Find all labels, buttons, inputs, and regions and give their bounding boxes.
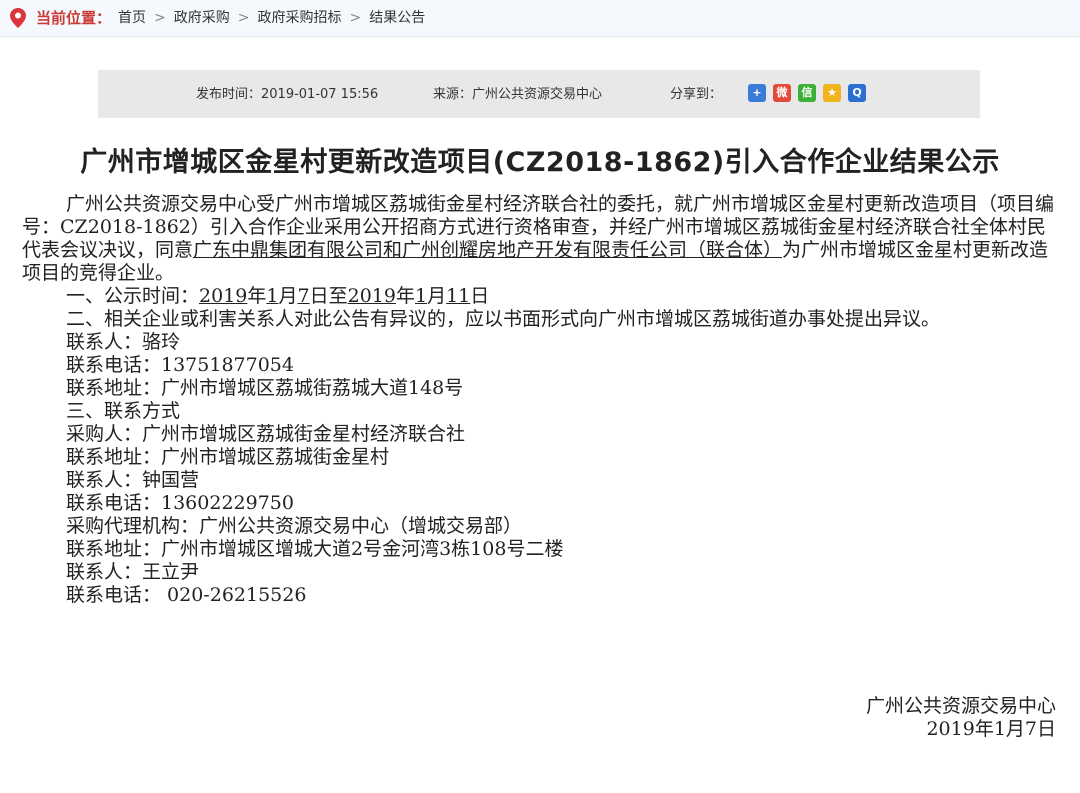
page-title: 广州市增城区金星村更新改造项目(CZ2018-1862)引入合作企业结果公示 bbox=[80, 147, 1000, 178]
chevron-right-icon: > bbox=[154, 10, 166, 26]
contact-line: 联系人：骆玲 bbox=[66, 331, 181, 353]
qq-icon[interactable]: Q bbox=[848, 84, 866, 102]
article-body: 广州公共资源交易中心受广州市增城区荔城街金星村经济联合社的委托，就广州市增城区金… bbox=[22, 193, 1058, 607]
breadcrumb-result-notice[interactable]: 结果公告 bbox=[369, 10, 425, 26]
start-year: 2019 bbox=[199, 285, 248, 307]
contact-line: 联系人：王立尹 bbox=[66, 561, 200, 583]
contact-line: 联系地址：广州市增城区荔城街金星村 bbox=[66, 446, 390, 468]
share-label: 分享到： bbox=[670, 87, 723, 102]
signature-date: 2019年1月7日 bbox=[926, 718, 1056, 740]
notice-period-label: 一、公示时间： bbox=[66, 285, 200, 307]
weibo-icon[interactable]: 微 bbox=[773, 84, 791, 102]
location-bar: 当前位置： 首页 > 政府采购 > 政府采购招标 > 结果公告 bbox=[0, 0, 1080, 37]
contact-line: 联系电话：13602229750 bbox=[66, 492, 294, 514]
unit-month: 月 bbox=[278, 285, 298, 307]
contact-line: 采购人：广州市增城区荔城街金星村经济联合社 bbox=[66, 423, 466, 445]
wechat-icon[interactable]: 信 bbox=[798, 84, 816, 102]
end-year: 2019 bbox=[347, 285, 396, 307]
unit-day-to: 日至 bbox=[309, 285, 348, 307]
start-day: 7 bbox=[297, 285, 310, 307]
chevron-right-icon: > bbox=[349, 10, 362, 26]
qzone-icon[interactable]: ★ bbox=[823, 84, 841, 102]
contact-line: 联系地址：广州市增城区增城大道2号金河湾3栋108号二楼 bbox=[66, 538, 564, 560]
section-heading: 三、联系方式 bbox=[66, 400, 181, 422]
add-share-icon[interactable]: + bbox=[748, 84, 766, 102]
chevron-right-icon: > bbox=[237, 10, 250, 26]
start-month: 1 bbox=[266, 285, 279, 307]
unit-day: 日 bbox=[470, 285, 490, 307]
paragraph-intro: 广州公共资源交易中心受广州市增城区荔城街金星村经济联合社的委托，就广州市增城区金… bbox=[22, 193, 1058, 285]
winning-companies: 广东中鼎集团有限公司和广州创耀房地产开发有限责任公司（联合体） bbox=[193, 239, 783, 261]
notice-period: 一、公示时间：2019年1月7日至2019年1月11日 bbox=[22, 285, 1058, 308]
publish-time: 发布时间：2019-01-07 15:56 bbox=[196, 87, 379, 102]
unit-year: 年 bbox=[247, 285, 267, 307]
signature-org: 广州公共资源交易中心 bbox=[865, 695, 1056, 717]
contact-line: 联系人：钟国营 bbox=[66, 469, 200, 491]
contact-line: 联系电话： 020-26215526 bbox=[66, 584, 307, 606]
unit-month: 月 bbox=[427, 285, 447, 307]
source: 来源：广州公共资源交易中心 bbox=[433, 87, 603, 102]
location-label: 当前位置： bbox=[36, 9, 112, 27]
contact-line: 联系电话：13751877054 bbox=[66, 354, 294, 376]
contact-line: 采购代理机构：广州公共资源交易中心（增城交易部） bbox=[66, 515, 523, 537]
end-day: 11 bbox=[446, 285, 471, 307]
objection-paragraph: 二、相关企业或利害关系人对此公告有异议的，应以书面形式向广州市增城区荔城街道办事… bbox=[66, 308, 941, 330]
unit-year: 年 bbox=[395, 285, 415, 307]
article-meta-bar: 发布时间：2019-01-07 15:56 来源：广州公共资源交易中心 分享到：… bbox=[98, 70, 980, 118]
end-month: 1 bbox=[414, 285, 428, 307]
breadcrumb-gov-procurement[interactable]: 政府采购 bbox=[174, 10, 230, 26]
breadcrumb: 首页 > 政府采购 > 政府采购招标 > 结果公告 bbox=[118, 8, 425, 28]
breadcrumb-gov-bidding[interactable]: 政府采购招标 bbox=[257, 10, 341, 26]
breadcrumb-home[interactable]: 首页 bbox=[118, 10, 146, 26]
signature: 广州公共资源交易中心 2019年1月7日 bbox=[866, 695, 1056, 741]
contact-line: 联系地址：广州市增城区荔城街荔城大道148号 bbox=[66, 377, 464, 399]
location-pin-icon bbox=[10, 8, 26, 28]
